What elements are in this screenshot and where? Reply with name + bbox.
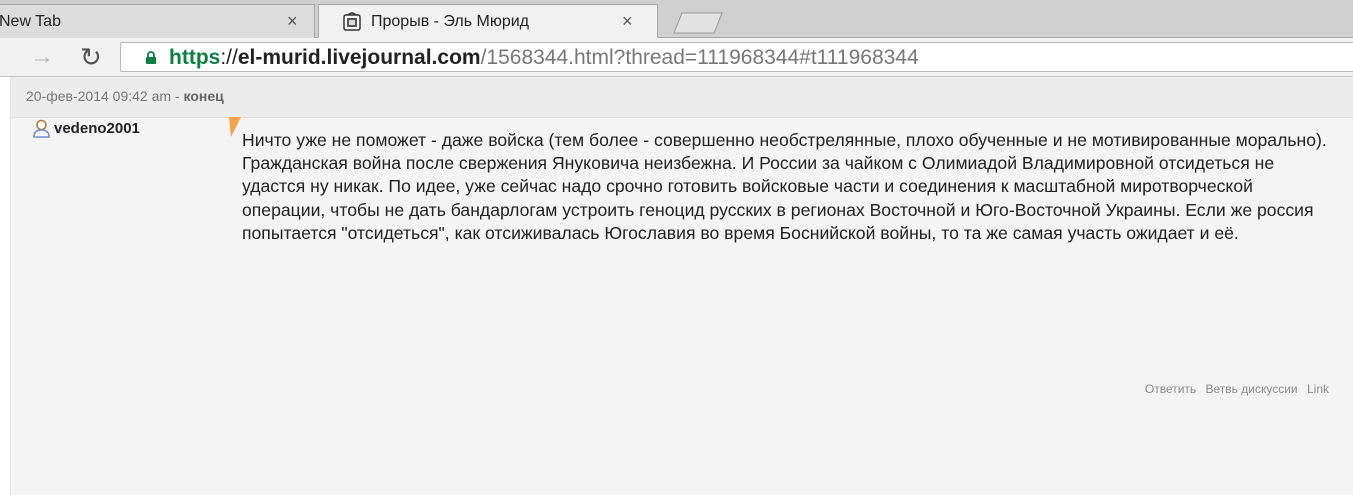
username-link[interactable]: vedeno2001 [54,120,140,137]
tab-title: Прорыв - Эль Мюрид [371,13,529,30]
url-text[interactable]: https://el-murid.livejournal.com/1568344… [169,45,919,71]
tab-close-icon[interactable]: × [287,11,298,32]
comment-body: Ничто уже не поможет - даже войска (тем … [242,130,1327,243]
comment-meta: 20-фев-2014 09:42 am - конец [26,88,224,104]
tab-title: New Tab [0,13,61,30]
page-content: 20-фев-2014 09:42 am - конец vedeno2001 … [0,77,1353,495]
reply-link[interactable]: Ответить [1145,382,1196,396]
tab-new-tab[interactable]: New Tab × [0,4,315,38]
tab-active-page[interactable]: Прорыв - Эль Мюрид × [318,4,658,38]
browser-chrome: New Tab × Прорыв - Эль Мюрид × → ↻ https… [0,0,1353,77]
tab-bar: New Tab × Прорыв - Эль Мюрид × [0,0,1353,38]
url-host: el-murid.livejournal.com [237,46,481,69]
reload-icon[interactable]: ↻ [80,43,102,71]
user-icon [33,119,50,138]
forward-arrow-icon[interactable]: → [30,43,54,71]
meta-separator: - [171,88,184,104]
page-favicon-icon [343,12,361,31]
permalink-link[interactable]: Link [1307,382,1329,396]
new-tab-icon[interactable] [672,12,724,34]
comment-subject: конец [183,88,224,104]
tab-close-icon[interactable]: × [622,11,633,32]
address-bar[interactable]: https://el-murid.livejournal.com/1568344… [120,42,1353,72]
url-scheme: https [169,46,221,69]
lock-icon [146,51,156,64]
comment-actions: Ответить Ветвь дискуссии Link [1139,382,1329,396]
comment-date: 20-фев-2014 09:42 am [26,88,172,104]
browser-toolbar: → ↻ https://el-murid.livejournal.com/156… [0,38,1353,77]
url-separator: :// [220,46,238,69]
thread-link[interactable]: Ветвь дискуссии [1206,382,1298,396]
url-path: /1568344.html?thread=111968344#t11196834… [480,46,919,69]
comment-marker-icon [229,117,241,137]
